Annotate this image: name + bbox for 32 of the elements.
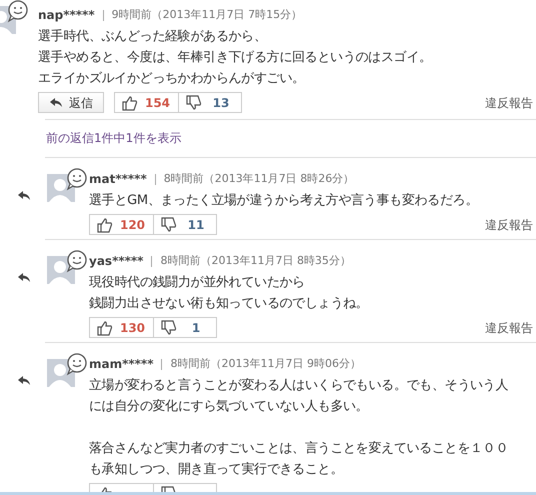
show-previous-link[interactable]: 前の返信1件中1件を表示 <box>46 129 182 147</box>
report-link[interactable]: 違反報告 <box>485 216 533 234</box>
reply-arrow-icon <box>49 97 63 108</box>
avatar <box>47 250 87 284</box>
comment-text: 立場が変わると言うことが変わる人はいくらでもいる。でも、そういう人 には自分の変化にすら気づいていない人も多い。 <box>89 377 510 416</box>
username[interactable]: mat***** <box>89 170 147 188</box>
thumbs-up-icon <box>96 320 114 336</box>
reply-arrow-icon <box>16 375 32 386</box>
comment-text: 選手時代、ぶんどった経験があるから、 選手やめると、今度は、年棒引き下げる方に回るというのはスゴイ。 エライかズルイかどっちかわからんがすごい。 <box>38 28 433 88</box>
avatar <box>47 168 87 202</box>
comment-text: 選手とGM、まったく立場が違うから考え方や言う事も変わるだろ。 <box>89 192 479 210</box>
username[interactable]: yas***** <box>89 252 144 270</box>
username[interactable]: nap***** <box>38 6 95 24</box>
comment-text: 現役時代の銭闘力が並外れていたから 銭闘力出させない術も知っているのでしょうね。 <box>89 274 370 313</box>
reply-button[interactable]: 返信 <box>38 92 104 113</box>
avatar <box>0 0 28 34</box>
report-link[interactable]: 違反報告 <box>485 94 533 112</box>
timestamp: 8時間前（2013年11月7日 9時06分） <box>170 356 361 372</box>
timestamp: 9時間前（2013年11月7日 7時15分） <box>112 6 302 23</box>
thumbs-up-icon <box>121 94 139 110</box>
timestamp: 8時間前（2013年11月7日 8時35分） <box>160 252 351 269</box>
avatar <box>47 353 87 387</box>
username[interactable]: mam***** <box>89 355 154 373</box>
comment-text: 落合さんなど実力者のすごいことは、言うことを変えていることを１００ も承知しつつ、開き直って実行できること。 <box>89 440 510 479</box>
thumbs-down-icon <box>160 320 178 336</box>
report-link[interactable]: 違反報告 <box>485 318 533 336</box>
thumbs-up-icon <box>96 216 114 232</box>
timestamp: 8時間前（2013年11月7日 8時26分） <box>164 170 354 187</box>
reply-arrow-icon <box>16 190 32 201</box>
reply-arrow-icon <box>16 272 32 283</box>
thumbs-down-icon <box>185 94 203 110</box>
thumbs-down-icon <box>160 216 178 232</box>
